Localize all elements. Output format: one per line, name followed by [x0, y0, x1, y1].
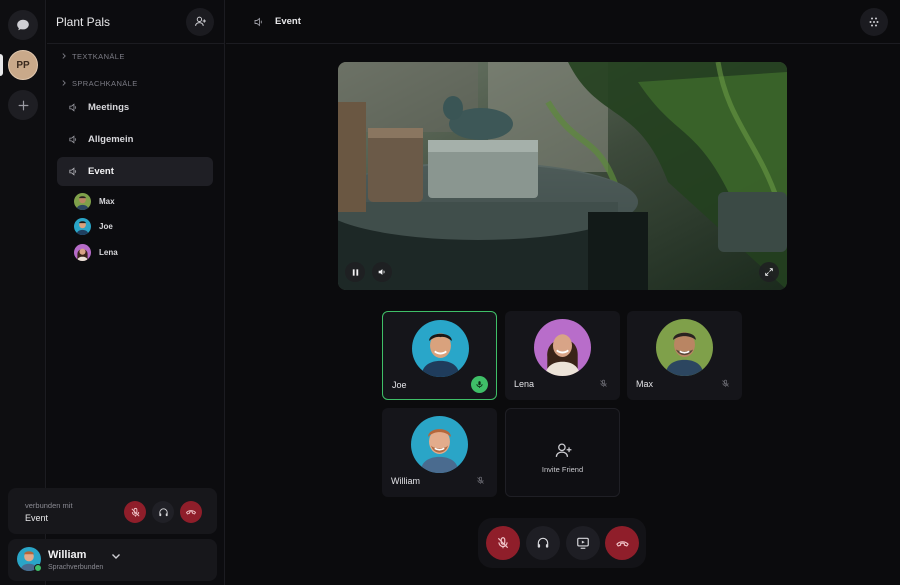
voice-connection-panel: verbunden mit Event — [8, 488, 217, 534]
channel-label: Allgemein — [88, 134, 134, 145]
call-controls — [478, 518, 646, 568]
headphones-icon — [537, 537, 549, 548]
channel-event[interactable]: Event — [57, 157, 213, 186]
user-status: Sprachverbunden — [48, 564, 104, 571]
channel-member-lena[interactable]: Lena — [74, 243, 118, 261]
channel-label: Event — [88, 166, 114, 177]
chevron-right-icon — [62, 80, 66, 86]
active-server-indicator — [0, 54, 3, 76]
speaker-icon — [69, 167, 77, 176]
avatar — [74, 217, 91, 235]
avatar — [74, 192, 91, 210]
channel-member-max[interactable]: Max — [74, 192, 115, 210]
invite-friend-tile[interactable]: Invite Friend — [505, 408, 620, 497]
member-name: Max — [99, 196, 115, 206]
user-name: William — [48, 549, 87, 561]
category-label: SPRACHKANÄLE — [72, 78, 138, 88]
volume-button[interactable] — [372, 262, 392, 282]
mic-off-icon — [722, 379, 729, 387]
speaker-icon — [69, 135, 77, 144]
call-deafen-button[interactable] — [526, 526, 560, 560]
chat-bubble-icon — [17, 19, 29, 31]
hang-up-icon — [186, 510, 196, 515]
channel-title: Event — [275, 16, 301, 27]
mic-status — [471, 376, 488, 393]
pause-button[interactable] — [345, 262, 365, 282]
activities-button[interactable] — [860, 8, 888, 36]
avatar — [74, 243, 91, 261]
channel-meetings[interactable]: Meetings — [57, 93, 213, 122]
participant-name: Lena — [514, 379, 535, 389]
pause-icon — [352, 268, 358, 276]
headphones-icon — [158, 507, 168, 516]
mic-status — [595, 375, 612, 392]
mic-icon — [476, 381, 483, 388]
mic-off-icon — [131, 507, 139, 517]
voice-status-channel: Event — [25, 513, 49, 523]
participant-tile-lena[interactable]: Lena — [505, 311, 620, 400]
video-frame-image — [338, 62, 787, 290]
grid-dots-icon — [869, 17, 879, 27]
volume-icon — [378, 269, 385, 275]
invite-friend-label: Invite Friend — [541, 465, 584, 474]
disconnect-button[interactable] — [180, 501, 202, 523]
server-name: Plant Pals — [56, 14, 111, 29]
leave-call-button[interactable] — [605, 526, 639, 560]
screen-share-button[interactable] — [566, 526, 600, 560]
participant-tile-max[interactable]: Max — [627, 311, 742, 400]
participant-avatar — [656, 319, 713, 376]
speaker-icon — [254, 17, 262, 26]
mic-status — [717, 375, 734, 392]
add-user-icon — [555, 443, 572, 457]
shared-video[interactable] — [338, 62, 787, 290]
chevron-right-icon — [62, 53, 66, 59]
call-mute-button[interactable] — [486, 526, 520, 560]
chevron-down-icon[interactable] — [111, 551, 121, 561]
expand-icon — [765, 268, 773, 276]
channel-label: Meetings — [88, 102, 130, 113]
mute-microphone-button[interactable] — [124, 501, 146, 523]
channel-member-joe[interactable]: Joe — [74, 217, 113, 235]
mic-off-icon — [600, 379, 607, 387]
channel-sidebar: Plant Pals TEXTKANÄLE SPRACHKANÄLE Meeti… — [8, 0, 225, 585]
mic-off-icon — [477, 476, 484, 484]
category-voice-channels[interactable]: SPRACHKANÄLE — [47, 76, 138, 90]
server-header: Plant Pals — [47, 0, 224, 44]
participant-avatar — [411, 416, 468, 473]
plus-icon — [18, 100, 28, 110]
mic-off-icon — [497, 537, 509, 549]
participant-avatar — [412, 320, 469, 377]
participant-name: Joe — [392, 380, 407, 390]
participant-name: Max — [636, 379, 654, 389]
mic-status — [472, 472, 489, 489]
add-server-button[interactable] — [8, 90, 38, 120]
participant-avatar — [534, 319, 591, 376]
screen-share-icon — [577, 537, 589, 549]
server-icon-plant-pals[interactable]: PP — [8, 50, 38, 80]
speaker-icon — [69, 103, 77, 112]
channel-allgemein[interactable]: Allgemein — [57, 125, 213, 154]
voice-status-label: verbunden mit — [25, 501, 73, 510]
hang-up-icon — [615, 540, 629, 547]
participant-tile-william[interactable]: William — [382, 408, 497, 497]
direct-messages-button[interactable] — [8, 10, 38, 40]
invite-user-button[interactable] — [186, 7, 214, 36]
user-panel[interactable]: William Sprachverbunden — [8, 539, 217, 581]
deafen-button[interactable] — [152, 501, 174, 523]
online-status-dot — [34, 564, 42, 572]
participant-name: William — [391, 476, 420, 486]
main-header: Event — [226, 0, 900, 44]
add-user-icon — [194, 16, 206, 26]
member-name: Joe — [99, 221, 113, 231]
member-name: Lena — [99, 247, 118, 257]
category-label: TEXTKANÄLE — [72, 51, 125, 61]
category-text-channels[interactable]: TEXTKANÄLE — [47, 49, 125, 63]
participant-tile-joe[interactable]: Joe — [382, 311, 497, 400]
fullscreen-button[interactable] — [759, 262, 779, 282]
